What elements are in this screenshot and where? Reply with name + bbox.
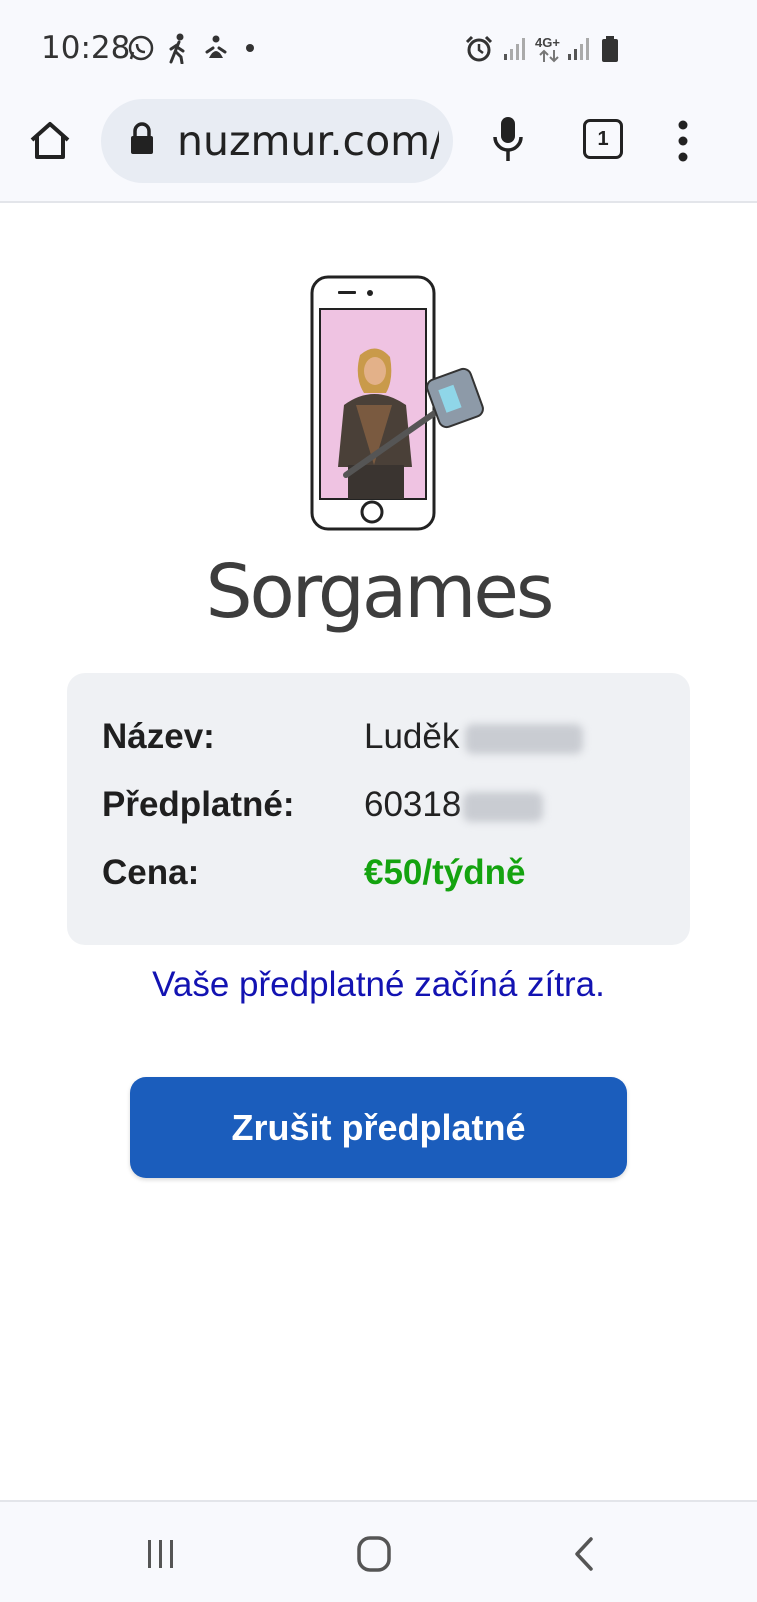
info-row-price: Cena: €50/týdně [102,853,662,897]
clock: 10:28 [41,30,131,66]
back-icon[interactable] [572,1536,596,1572]
lock-icon [131,122,153,154]
url-text: nuzmur.com/ [177,117,439,165]
alarm-icon [465,35,493,62]
signal-icon [504,38,525,60]
dot-icon [246,44,254,52]
price-label: Cena: [102,853,200,892]
mic-icon[interactable] [490,115,526,165]
whatsapp-icon [128,35,154,61]
battery-icon [602,36,618,62]
recent-apps-icon[interactable] [145,1538,177,1570]
subscription-notice: Vaše předplatné začíná zítra. [152,965,605,1004]
info-row-subscription: Předplatné: 60318 [102,785,662,829]
walking-icon [169,33,185,64]
redacted-surname [465,723,584,754]
subscription-value: 60318 [364,785,544,825]
info-row-name: Název: Luděk [102,717,662,761]
price-value: €50/týdně [364,853,526,892]
tab-switcher-button[interactable]: 1 [583,119,623,159]
name-label: Název: [102,717,215,756]
activity-icon [205,35,227,58]
home-icon[interactable] [28,119,72,163]
status-bar: 10:28 4G+ [0,0,757,95]
redacted-number [463,791,544,822]
tab-count: 1 [597,128,609,150]
system-nav-bar [0,1500,757,1602]
subscription-label: Předplatné: [102,785,295,824]
address-bar[interactable]: nuzmur.com/ [101,99,453,183]
network-type: 4G+ [535,35,560,50]
brand-name: Sorgames [205,549,555,635]
home-circle-icon[interactable] [357,1536,391,1572]
subscription-info-card: Název: Luděk Předplatné: 60318 Cena: €50… [67,673,690,945]
signal-icon [568,38,589,60]
data-arrows-icon [539,49,559,63]
cancel-subscription-button[interactable]: Zrušit předplatné [130,1077,627,1178]
browser-toolbar: nuzmur.com/ 1 [0,95,757,203]
name-value: Luděk [364,717,584,757]
more-vert-icon[interactable] [676,119,690,163]
brand-logo-image [310,275,484,531]
